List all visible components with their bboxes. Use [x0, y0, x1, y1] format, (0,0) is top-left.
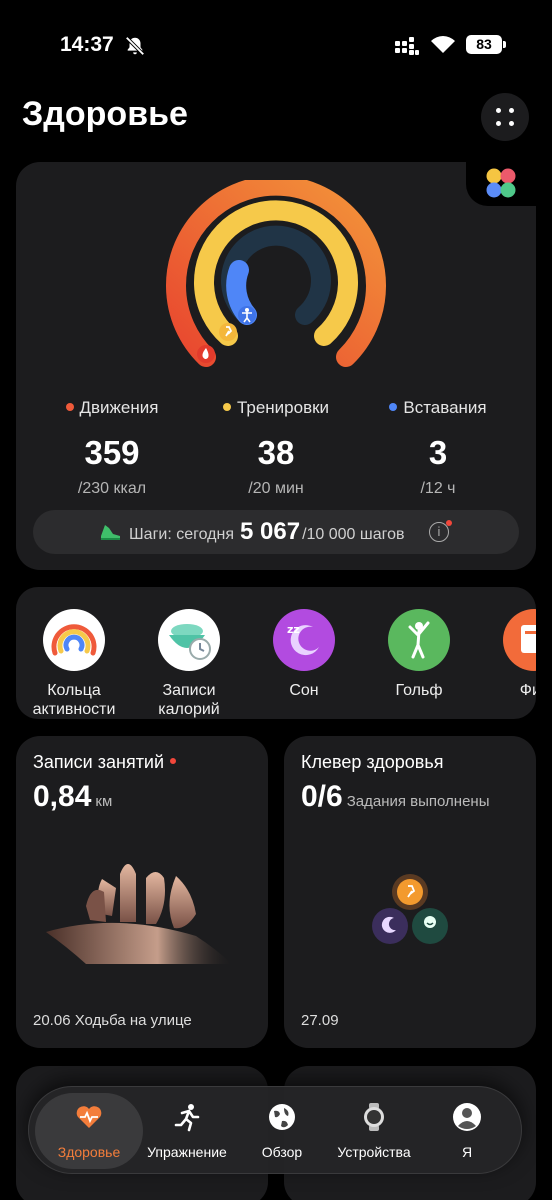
- stat-movement[interactable]: Движения 359 /230 ккал: [32, 398, 192, 498]
- golf-icon: [388, 609, 450, 671]
- status-bar: 14:37 83: [0, 0, 552, 90]
- bottom-navigation: Здоровье Упражнение Обзор Устройства Я: [28, 1086, 522, 1174]
- shortcut-label: Записи: [162, 682, 216, 699]
- wifi-icon: [431, 36, 455, 53]
- stat-goal: /230 ккал: [77, 480, 147, 497]
- workout-distance: 0,84: [33, 780, 92, 813]
- shortcut-golf[interactable]: Гольф: [361, 609, 477, 700]
- stat-label: Вставания: [403, 398, 487, 417]
- shortcut-calories[interactable]: Записи калорий: [131, 609, 247, 719]
- shortcut-fitness[interactable]: Фит: [476, 609, 536, 700]
- fitness-icon: [503, 609, 536, 671]
- steps-goal: /10 000 шагов: [302, 526, 405, 543]
- nav-label: Здоровье: [57, 1144, 121, 1160]
- shortcuts-carousel[interactable]: Кольца активности Записи калорий zz Сон: [16, 587, 536, 719]
- running-icon: [174, 1104, 200, 1132]
- shortcut-activity-rings[interactable]: Кольца активности: [16, 609, 132, 719]
- stat-value: 38: [257, 434, 295, 471]
- stat-standing[interactable]: Вставания 3 /12 ч: [358, 398, 518, 498]
- clock: 14:37: [60, 33, 114, 56]
- nav-label: Я: [461, 1144, 473, 1160]
- info-icon[interactable]: i: [429, 520, 452, 542]
- stat-workouts[interactable]: Тренировки 38 /20 мин: [196, 398, 356, 498]
- health-clover-card[interactable]: Клевер здоровья 0/6 Задания выполнены 27.…: [284, 736, 536, 1048]
- more-menu-button[interactable]: [481, 93, 529, 141]
- nav-devices[interactable]: Устройства: [327, 1087, 421, 1175]
- stat-goal: /20 мин: [248, 480, 304, 497]
- activity-rings-card[interactable]: Движения 359 /230 ккал Тренировки 38 /20…: [16, 162, 536, 570]
- workout-records-title: Записи занятий: [33, 752, 165, 772]
- shortcut-label: активности: [32, 701, 116, 718]
- trees-illustration: [46, 864, 232, 964]
- activity-rings-graphic: [166, 180, 386, 367]
- nav-label: Упражнение: [147, 1144, 227, 1160]
- nav-me[interactable]: Я: [435, 1087, 499, 1175]
- shortcut-label: Фит: [519, 682, 536, 699]
- calorie-bowl-icon: [158, 609, 220, 671]
- shortcut-sleep[interactable]: zz Сон: [246, 609, 362, 700]
- distance-unit: км: [95, 793, 113, 810]
- battery-indicator: 83: [466, 35, 506, 54]
- nav-label: Устройства: [337, 1144, 411, 1160]
- page-title: Здоровье: [22, 95, 188, 133]
- shoe-icon: [101, 525, 120, 540]
- watch-icon: [364, 1103, 384, 1131]
- signal-icon: [395, 37, 419, 55]
- shortcut-label: Кольца: [47, 682, 101, 699]
- svg-text:zz: zz: [287, 623, 300, 636]
- new-indicator-dot: [170, 758, 177, 764]
- workouts-dot: [222, 403, 231, 411]
- last-workout: 20.06 Ходьба на улице: [33, 1012, 192, 1029]
- steps-prefix: Шаги: сегодня: [129, 526, 234, 543]
- nav-exercise[interactable]: Упражнение: [141, 1087, 233, 1175]
- nav-label: Обзор: [261, 1144, 303, 1160]
- card-corner-notch: [466, 162, 536, 206]
- activity-rings-icon: [43, 609, 105, 671]
- profile-icon: [453, 1103, 481, 1131]
- clover-progress: 0/6: [301, 780, 343, 813]
- clover-subtitle: Задания выполнены: [346, 793, 490, 810]
- nav-health[interactable]: Здоровье: [35, 1093, 143, 1169]
- stat-label: Тренировки: [236, 398, 330, 417]
- heart-pulse-icon: [76, 1106, 102, 1128]
- shortcut-label: Сон: [289, 682, 319, 699]
- clover-exercise-icon: [397, 879, 423, 905]
- sleep-moon-icon: zz: [273, 609, 335, 671]
- movement-dot: [65, 403, 74, 411]
- clover-graphic: [372, 874, 448, 944]
- app-grid-icon[interactable]: [484, 166, 518, 200]
- workout-records-card[interactable]: Записи занятий 0,84 км 20.06 Ходьба на ул…: [16, 736, 268, 1048]
- globe-icon: [269, 1104, 295, 1130]
- stat-value: 359: [84, 434, 140, 471]
- standing-dot: [389, 403, 398, 411]
- steps-bar[interactable]: Шаги: сегодня 5 067/10 000 шагов i: [33, 510, 519, 554]
- shortcut-label: Гольф: [395, 682, 443, 699]
- shortcut-label: калорий: [158, 701, 220, 718]
- stat-value: 3: [428, 434, 448, 471]
- bell-muted-icon: [125, 36, 145, 56]
- stat-label: Движения: [79, 398, 159, 417]
- health-clover-title: Клевер здоровья: [301, 752, 444, 772]
- stat-goal: /12 ч: [420, 480, 456, 497]
- clover-date: 27.09: [301, 1012, 339, 1029]
- steps-count: 5 067: [240, 518, 301, 545]
- clover-sleep-icon: [372, 908, 408, 944]
- nav-discover[interactable]: Обзор: [243, 1087, 321, 1175]
